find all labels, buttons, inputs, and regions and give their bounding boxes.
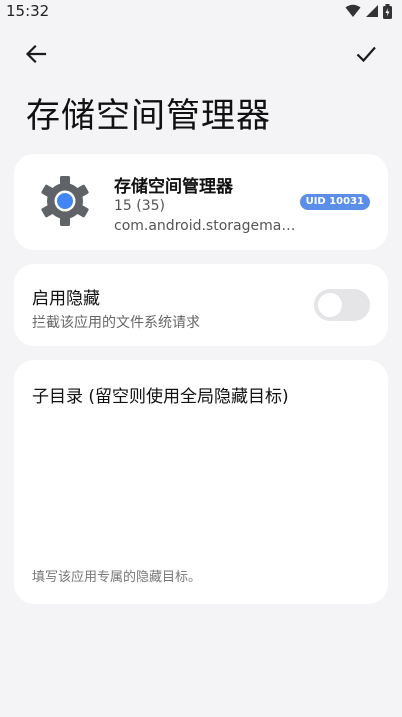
subdir-label: 子目录 (留空则使用全局隐藏目标) (32, 387, 289, 407)
enable-hide-row[interactable]: 启用隐藏 拦截该应用的文件系统请求 (14, 264, 388, 346)
app-name: 存储空间管理器 (114, 177, 233, 197)
wifi-icon (345, 4, 361, 18)
subdir-hint: 填写该应用专属的隐藏目标。 (32, 570, 202, 585)
page-title: 存储空间管理器 (26, 96, 271, 136)
confirm-button[interactable] (348, 38, 384, 74)
status-time: 15:32 (6, 2, 50, 20)
status-bar: 15:32 (0, 0, 402, 22)
check-icon (355, 43, 377, 69)
enable-hide-switch[interactable] (314, 289, 370, 321)
status-icons (345, 3, 392, 19)
uid-badge: UID 10031 (299, 194, 370, 210)
battery-icon (383, 3, 392, 19)
gear-icon (34, 176, 96, 236)
signal-icon (365, 4, 379, 18)
switch-knob (318, 293, 342, 317)
app-version: 15 (35) (114, 198, 166, 214)
subdir-input-field[interactable]: 子目录 (留空则使用全局隐藏目标) 填写该应用专属的隐藏目标。 (14, 360, 388, 604)
back-button[interactable] (18, 38, 54, 74)
app-info-card: 存储空间管理器 15 (35) com.android.storagemana.… (14, 154, 388, 250)
top-app-bar (0, 30, 402, 78)
arrow-left-icon (25, 43, 47, 69)
app-icon (34, 170, 96, 232)
app-package-name: com.android.storagemana... (114, 218, 304, 234)
toggle-title: 启用隐藏 (32, 289, 100, 309)
toggle-description: 拦截该应用的文件系统请求 (32, 315, 200, 331)
